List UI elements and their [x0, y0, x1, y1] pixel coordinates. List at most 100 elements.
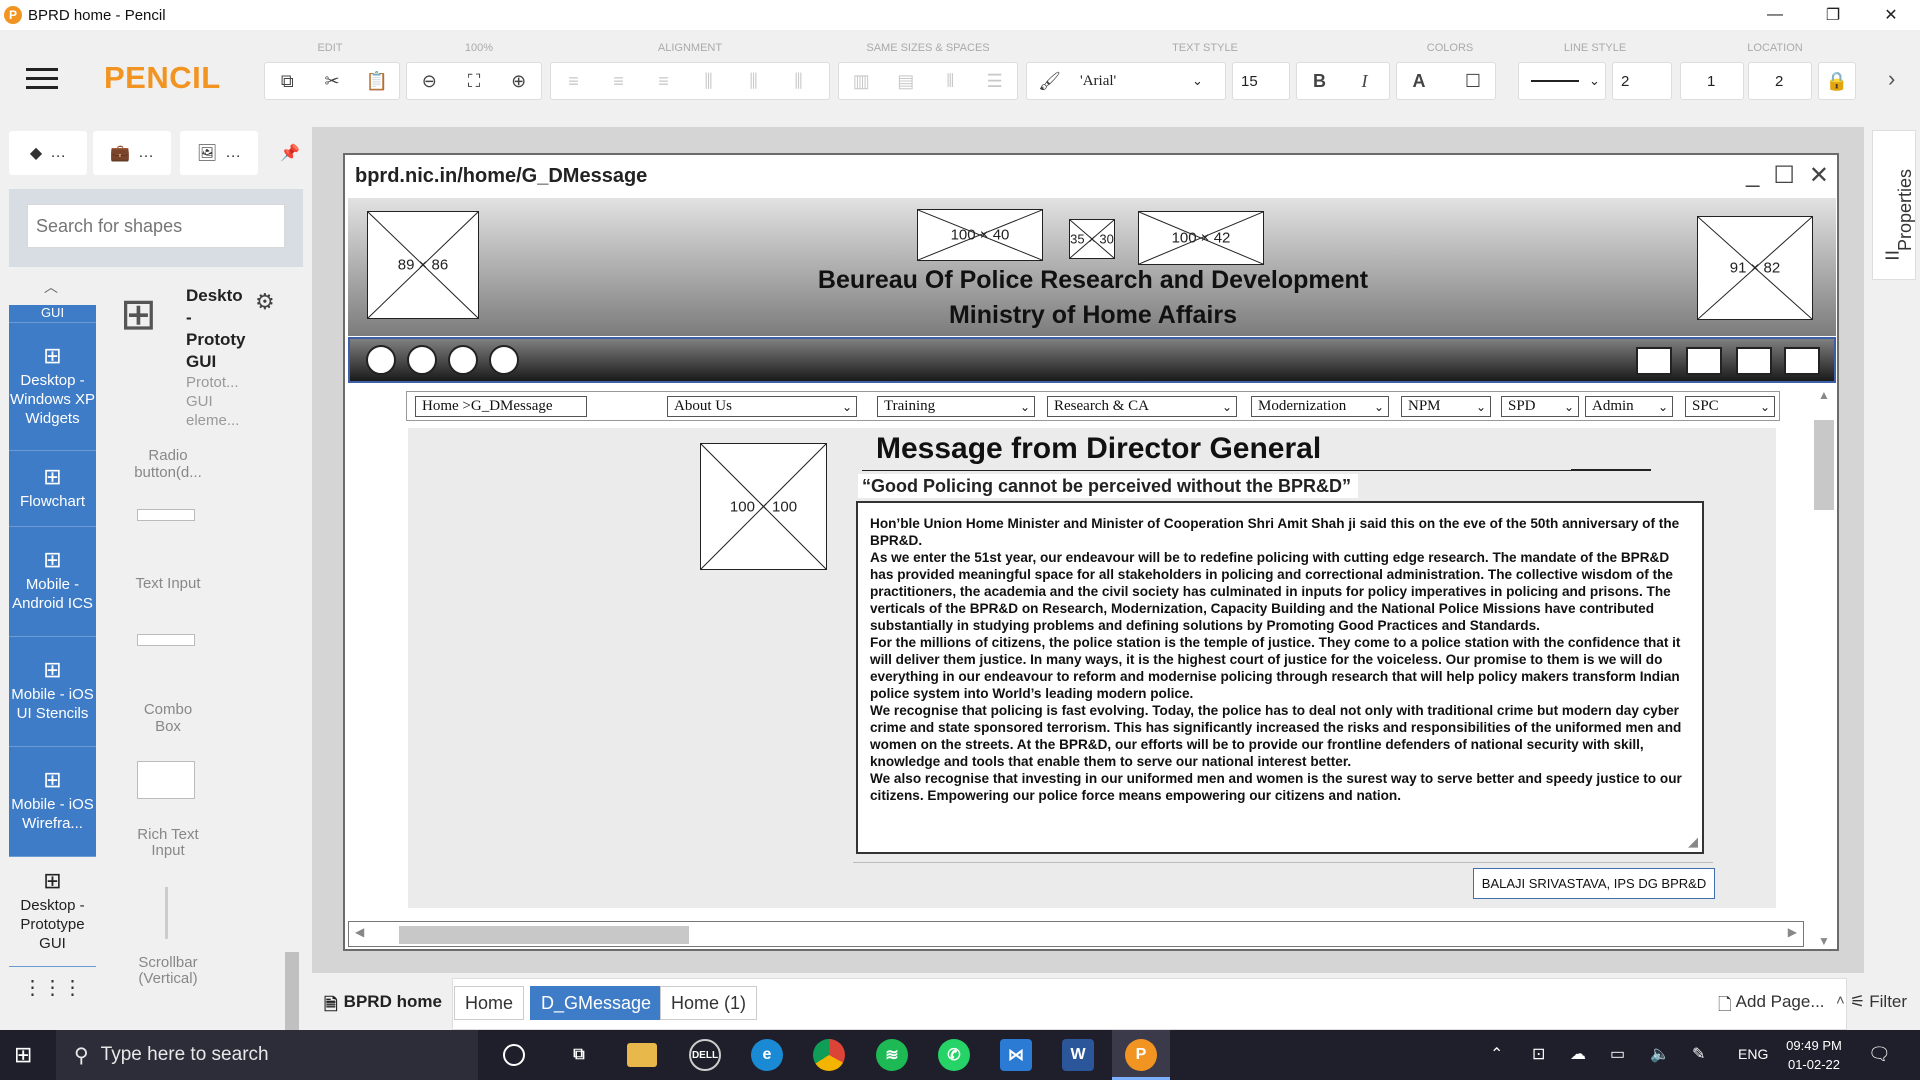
meet-now-icon[interactable]: ⊡ — [1532, 1044, 1545, 1064]
shape-rich-text-input[interactable]: Rich Text Input — [118, 827, 218, 859]
align-left-icon[interactable]: ≡ — [551, 63, 596, 99]
menu-spc[interactable]: SPC ⌄ — [1685, 396, 1775, 417]
menu-spd[interactable]: SPD ⌄ — [1501, 396, 1579, 417]
bold-button[interactable]: B — [1297, 63, 1342, 99]
zoom-in-icon[interactable]: ⊕ — [496, 63, 541, 99]
loc-y-field[interactable]: 2 — [1748, 62, 1812, 100]
pin-icon[interactable]: 📌 — [280, 143, 300, 163]
spotify-icon[interactable]: ≋ — [876, 1039, 908, 1071]
gear-icon[interactable]: ⚙ — [255, 289, 275, 315]
filter-button[interactable]: ⚟ Filter — [1850, 992, 1907, 1012]
chevron-up-icon[interactable]: ︿ — [44, 277, 58, 297]
line-width-field[interactable]: 2 — [1612, 62, 1672, 100]
font-size-field[interactable]: 15 — [1232, 62, 1290, 100]
format-painter-icon[interactable]: 🖌 — [1027, 63, 1072, 99]
page-tab-dgmessage[interactable]: D_GMessage — [530, 986, 663, 1020]
panel-scrollbar[interactable] — [285, 457, 299, 1072]
word-icon[interactable]: W — [1062, 1039, 1094, 1071]
chevron-up-icon[interactable]: ˄ — [1836, 992, 1845, 1009]
scroll-thumb[interactable] — [399, 926, 689, 944]
fit-icon[interactable]: ⛶ — [452, 63, 497, 99]
text-color-button[interactable]: A — [1397, 63, 1441, 99]
task-view-icon[interactable]: ⧉ — [563, 1039, 595, 1071]
tab-private[interactable]: 💼… — [93, 131, 171, 175]
category-android[interactable]: ⊞ Mobile - Android ICS — [9, 527, 96, 637]
clock[interactable]: 09:49 PM 01-02-22 — [1782, 1036, 1846, 1074]
category-ios-wireframe[interactable]: ⊞ Mobile - iOS Wirefra... — [9, 747, 96, 857]
tray-chevron-icon[interactable]: ⌃ — [1490, 1044, 1503, 1064]
align-right-icon[interactable]: ≡ — [641, 63, 686, 99]
mock-horizontal-scrollbar[interactable]: ◀ ▶ — [348, 921, 1804, 947]
same-height-icon[interactable]: ▤ — [884, 63, 929, 99]
align-center-icon[interactable]: ≡ — [596, 63, 641, 99]
windows-start-icon[interactable]: ⊞ — [14, 1042, 32, 1068]
font-family-select[interactable]: 'Arial' — [1072, 63, 1192, 99]
scroll-thumb[interactable] — [1814, 420, 1834, 510]
category-flowchart[interactable]: ⊞ Flowchart — [9, 451, 96, 527]
category-gui[interactable]: GUI — [9, 305, 96, 323]
cortana-icon[interactable] — [503, 1044, 525, 1066]
zoom-out-icon[interactable]: ⊖ — [407, 63, 452, 99]
copy-icon[interactable]: ⧉ — [265, 63, 310, 99]
hamburger-icon[interactable] — [26, 68, 58, 92]
align-bottom-icon[interactable]: ⫼ — [776, 63, 821, 99]
align-top-icon[interactable]: ⫼ — [686, 63, 731, 99]
tab-collections[interactable]: ◆… — [9, 131, 87, 175]
h-space-icon[interactable]: ⫴ — [928, 63, 973, 99]
toolbar-more-chevron[interactable]: › — [1888, 66, 1895, 92]
category-windows-xp[interactable]: ⊞ Desktop - Windows XP Widgets — [9, 323, 96, 451]
file-explorer-icon[interactable] — [627, 1043, 657, 1067]
breadcrumb[interactable]: Home >G_DMessage — [415, 396, 587, 417]
volume-icon[interactable]: 🔈 — [1650, 1044, 1670, 1064]
menu-npm[interactable]: NPM ⌄ — [1401, 396, 1491, 417]
scroll-left-icon[interactable]: ◀ — [355, 925, 364, 939]
scroll-up-icon[interactable]: ▲ — [1818, 388, 1830, 402]
resize-grip-icon[interactable]: ◢ — [1688, 834, 1698, 850]
shape-text-input[interactable]: Text Input — [118, 575, 218, 592]
cut-icon[interactable]: ✂ — [310, 63, 355, 99]
properties-tab[interactable]: Properties ⚌ — [1872, 130, 1916, 280]
minimize-button[interactable]: — — [1746, 0, 1804, 30]
scroll-right-icon[interactable]: ▶ — [1788, 925, 1797, 939]
apps-grid-icon[interactable]: ⋮⋮⋮ — [9, 975, 96, 1000]
paste-icon[interactable]: 📋 — [354, 63, 399, 99]
border-color-icon[interactable]: ☐ — [1451, 63, 1495, 99]
category-ios-stencils[interactable]: ⊞ Mobile - iOS UI Stencils — [9, 637, 96, 747]
notifications-icon[interactable]: 🗨 — [1868, 1044, 1891, 1065]
v-space-icon[interactable]: ☰ — [973, 63, 1018, 99]
whatsapp-icon[interactable]: ✆ — [938, 1039, 970, 1071]
pen-icon[interactable]: ✎ — [1692, 1044, 1705, 1064]
shape-scrollbar-vertical[interactable]: Scrollbar (Vertical) — [118, 955, 218, 987]
shape-radio-button[interactable]: Radio button(d... — [118, 447, 218, 487]
dell-icon[interactable]: DELL — [689, 1039, 721, 1071]
menu-training[interactable]: Training ⌄ — [877, 396, 1035, 417]
search-input[interactable] — [27, 204, 285, 248]
shape-combo-box[interactable]: Combo Box — [118, 701, 218, 735]
align-middle-icon[interactable]: ⫼ — [731, 63, 776, 99]
menu-modernization[interactable]: Modernization ⌄ — [1251, 396, 1389, 417]
loc-x-field[interactable]: 1 — [1680, 62, 1744, 100]
mock-vertical-scrollbar[interactable]: ▲ ▼ — [1812, 388, 1836, 948]
menu-admin[interactable]: Admin ⌄ — [1585, 396, 1673, 417]
line-style-select[interactable]: ⌄ — [1518, 62, 1606, 100]
chevron-down-icon[interactable]: ⌄ — [1192, 73, 1203, 89]
edge-icon[interactable]: e — [751, 1039, 783, 1071]
same-width-icon[interactable]: ▥ — [839, 63, 884, 99]
lock-button[interactable]: 🔒 — [1818, 62, 1856, 100]
category-prototype-gui[interactable]: ⊞ Desktop - Prototype GUI — [9, 857, 96, 967]
scroll-down-icon[interactable]: ▼ — [1818, 934, 1830, 948]
page-tab-home-1[interactable]: Home (1) — [660, 986, 758, 1020]
vscode-icon[interactable]: ⋈ — [1000, 1039, 1032, 1071]
onedrive-icon[interactable]: ☁ — [1570, 1044, 1586, 1064]
chrome-icon[interactable] — [813, 1039, 845, 1071]
menu-research[interactable]: Research & CA ⌄ — [1047, 396, 1237, 417]
taskbar-search[interactable]: ⚲ Type here to search — [56, 1030, 478, 1080]
fill-swatch[interactable] — [1441, 72, 1451, 90]
italic-button[interactable]: I — [1342, 63, 1387, 99]
tab-clipart[interactable]: 🖼… — [180, 131, 258, 175]
add-page-button[interactable]: 🗋 Add Page... — [1718, 992, 1825, 1021]
menu-about-us[interactable]: About Us ⌄ — [667, 396, 857, 417]
pencil-taskbar-button[interactable]: P — [1112, 1030, 1170, 1080]
battery-icon[interactable]: ▭ — [1610, 1044, 1625, 1064]
restore-button[interactable]: ❐ — [1804, 0, 1862, 30]
